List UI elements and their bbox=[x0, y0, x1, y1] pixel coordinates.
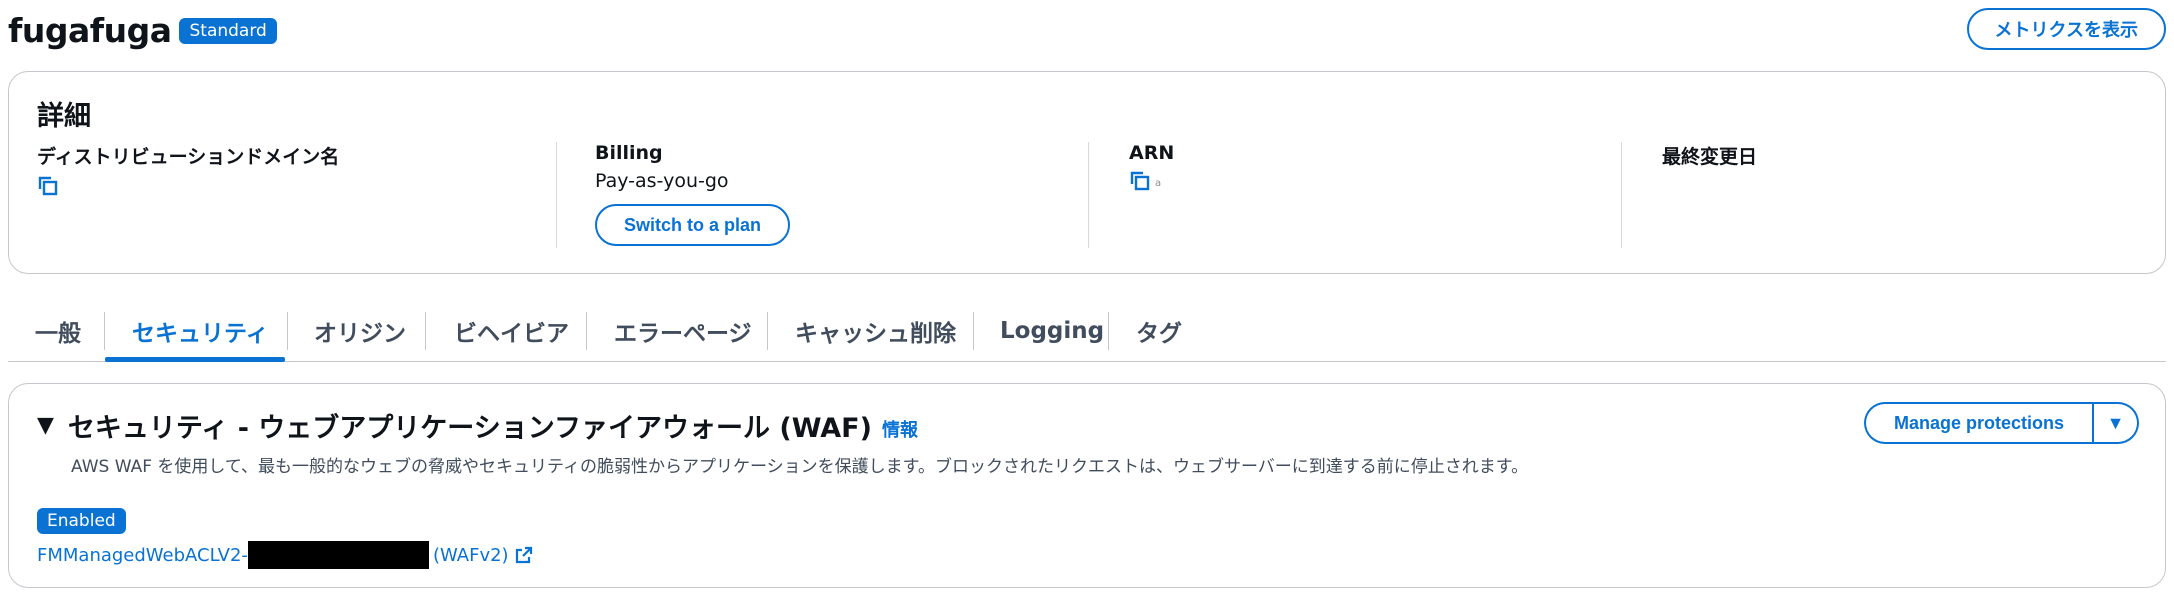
page-title: fugafuga bbox=[8, 10, 172, 50]
tab-separator bbox=[767, 312, 768, 350]
column-divider bbox=[1621, 142, 1622, 248]
waf-description: AWS WAF を使用して、最も一般的なウェブの脅威やセキュリティの脆弱性からア… bbox=[71, 457, 1529, 477]
switch-to-plan-button[interactable]: Switch to a plan bbox=[595, 204, 791, 246]
tab-separator bbox=[287, 312, 288, 350]
last-modified-field: 最終変更日 bbox=[1662, 142, 2142, 250]
tab-tags[interactable]: タグ bbox=[1136, 300, 1182, 362]
tab-bar: 一般 セキュリティ オリジン ビヘイビア エラーページ キャッシュ削除 Logg… bbox=[8, 300, 2166, 362]
details-title: 詳細 bbox=[37, 101, 91, 132]
view-metrics-button[interactable]: メトリクスを表示 bbox=[1966, 8, 2166, 50]
redacted-block bbox=[247, 541, 429, 569]
caret-down-icon[interactable]: ▼ bbox=[2093, 402, 2139, 444]
tab-error-pages[interactable]: エラーページ bbox=[614, 300, 752, 362]
tab-security[interactable]: セキュリティ bbox=[132, 300, 269, 362]
tab-separator bbox=[1108, 312, 1109, 350]
billing-field: Billing Pay-as-you-go Switch to a plan bbox=[595, 142, 1095, 250]
billing-label: Billing bbox=[595, 142, 663, 164]
last-modified-label: 最終変更日 bbox=[1662, 146, 1758, 168]
manage-protections-group: Manage protections ▼ bbox=[1863, 402, 2139, 444]
tab-invalidations[interactable]: キャッシュ削除 bbox=[795, 300, 956, 362]
cloudfront-distribution-page: fugafuga Standard メトリクスを表示 詳細 ディストリビューショ… bbox=[0, 0, 2174, 602]
status-badge: Enabled bbox=[37, 508, 126, 534]
arn-field: ARN a bbox=[1129, 142, 1629, 250]
arn-label: ARN bbox=[1129, 142, 1175, 164]
tab-separator bbox=[973, 312, 974, 350]
waf-title: セキュリティ - ウェブアプリケーションファイアウォール (WAF) bbox=[67, 413, 872, 444]
tab-separator bbox=[425, 312, 426, 350]
tab-separator bbox=[104, 312, 105, 350]
details-panel: 詳細 ディストリビューションドメイン名 Billing Pay-as-you-g… bbox=[8, 71, 2166, 274]
waf-header: ▼ セキュリティ - ウェブアプリケーションファイアウォール (WAF) 情報 bbox=[37, 406, 918, 445]
acl-name-suffix: (WAFv2) bbox=[432, 544, 509, 566]
arn-value: a bbox=[1155, 178, 1162, 189]
copy-icon[interactable] bbox=[37, 175, 59, 197]
domain-name-label: ディストリビューションドメイン名 bbox=[37, 146, 340, 168]
billing-value: Pay-as-you-go bbox=[595, 170, 729, 192]
tab-general[interactable]: 一般 bbox=[35, 300, 81, 362]
tab-behaviors[interactable]: ビヘイビア bbox=[454, 300, 569, 362]
tab-separator bbox=[586, 312, 587, 350]
acl-name-prefix: FMManagedWebACLV2- bbox=[37, 544, 248, 566]
plan-badge: Standard bbox=[179, 18, 277, 44]
column-divider bbox=[556, 142, 557, 248]
column-divider bbox=[1088, 142, 1089, 248]
manage-protections-button[interactable]: Manage protections bbox=[1863, 402, 2093, 444]
tab-origins[interactable]: オリジン bbox=[314, 300, 406, 362]
active-tab-indicator bbox=[105, 357, 285, 362]
web-acl-link[interactable]: FMManagedWebACLV2- (WAFv2) bbox=[37, 541, 533, 569]
caret-down-icon[interactable]: ▼ bbox=[37, 413, 54, 438]
info-link[interactable]: 情報 bbox=[882, 416, 918, 442]
copy-icon[interactable] bbox=[1129, 170, 1151, 192]
arn-value-row: a bbox=[1129, 164, 1629, 192]
page-header: fugafuga Standard メトリクスを表示 bbox=[8, 8, 2166, 52]
tab-logging[interactable]: Logging bbox=[1000, 300, 1104, 362]
external-link-icon bbox=[515, 546, 533, 564]
waf-panel: ▼ セキュリティ - ウェブアプリケーションファイアウォール (WAF) 情報 … bbox=[8, 383, 2166, 588]
domain-name-field: ディストリビューションドメイン名 bbox=[37, 142, 557, 250]
